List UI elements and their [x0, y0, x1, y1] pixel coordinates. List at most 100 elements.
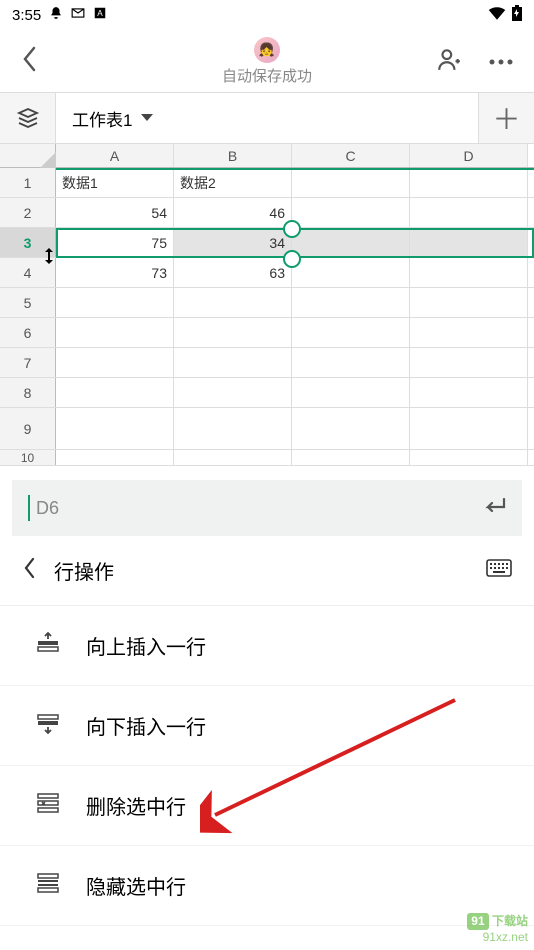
cell[interactable]: 73 [56, 258, 174, 287]
menu-label: 删除选中行 [86, 791, 186, 820]
cell-reference: D6 [36, 498, 59, 519]
cell[interactable] [410, 258, 528, 287]
sheet-tab[interactable]: 工作表1 [56, 93, 478, 143]
row-10: 10 [0, 450, 534, 466]
menu-insert-row-below[interactable]: 向下插入一行 [0, 686, 534, 766]
cell[interactable] [174, 450, 292, 465]
save-status: 自动保存成功 [222, 65, 312, 86]
sheet-name: 工作表1 [72, 106, 132, 131]
cell[interactable] [292, 168, 410, 197]
cell[interactable] [410, 450, 528, 465]
add-user-button[interactable] [436, 46, 462, 77]
row-header[interactable]: 9 [0, 408, 56, 449]
cell[interactable] [410, 288, 528, 317]
panel-back-button[interactable] [22, 556, 36, 585]
row-1: 1 数据1 数据2 [0, 168, 534, 198]
svg-text:A: A [97, 9, 103, 18]
row-3-selected: 3 75 34 [0, 228, 534, 258]
menu-delete-row[interactable]: 删除选中行 [0, 766, 534, 846]
cell[interactable] [174, 288, 292, 317]
cell[interactable] [292, 318, 410, 347]
row-header[interactable]: 1 [0, 168, 56, 197]
selection-handle-bottom[interactable] [283, 250, 301, 268]
enter-button[interactable] [482, 496, 506, 521]
formula-bar[interactable]: D6 [12, 480, 522, 536]
selection-handle-top[interactable] [283, 220, 301, 238]
row-header[interactable]: 2 [0, 198, 56, 227]
hide-row-icon [36, 871, 64, 901]
more-button[interactable] [488, 52, 514, 70]
cell[interactable] [410, 348, 528, 377]
wifi-icon [488, 6, 506, 24]
layers-button[interactable] [0, 93, 56, 143]
cell[interactable] [56, 318, 174, 347]
row-header[interactable]: 10 [0, 450, 56, 465]
battery-icon [512, 5, 522, 25]
row-2: 2 54 46 [0, 198, 534, 228]
menu-hide-row[interactable]: 隐藏选中行 [0, 846, 534, 926]
dropdown-icon [140, 108, 154, 128]
row-9: 9 [0, 408, 534, 450]
add-button[interactable]: ＋ [478, 93, 534, 143]
row-7: 7 [0, 348, 534, 378]
cell[interactable] [174, 378, 292, 407]
row-header[interactable]: 5 [0, 288, 56, 317]
row-header[interactable]: 6 [0, 318, 56, 347]
cell[interactable] [174, 348, 292, 377]
row-resize-handle[interactable] [40, 247, 58, 271]
row-8: 8 [0, 378, 534, 408]
cell[interactable] [410, 228, 528, 257]
panel-title: 行操作 [54, 556, 114, 585]
row-header[interactable]: 8 [0, 378, 56, 407]
top-border [56, 168, 534, 170]
cell[interactable]: 数据1 [56, 168, 174, 197]
cell[interactable] [56, 378, 174, 407]
cell[interactable]: 数据2 [174, 168, 292, 197]
cell[interactable] [56, 348, 174, 377]
delete-row-icon [36, 791, 64, 821]
col-header-d[interactable]: D [410, 144, 528, 167]
keyboard-button[interactable] [486, 559, 512, 582]
cell[interactable] [292, 258, 410, 287]
cell[interactable] [174, 318, 292, 347]
insert-below-icon [36, 711, 64, 741]
cell[interactable] [410, 168, 528, 197]
sheet-toolbar: 工作表1 ＋ [0, 92, 534, 144]
row-5: 5 [0, 288, 534, 318]
cell[interactable] [56, 450, 174, 465]
cell[interactable] [292, 348, 410, 377]
cell[interactable]: 34 [174, 228, 292, 257]
cursor [28, 495, 30, 521]
cell[interactable] [410, 378, 528, 407]
cell[interactable] [56, 408, 174, 449]
cell[interactable] [292, 378, 410, 407]
col-header-a[interactable]: A [56, 144, 174, 167]
cell[interactable]: 54 [56, 198, 174, 227]
cell[interactable] [410, 198, 528, 227]
cell[interactable] [410, 408, 528, 449]
cell[interactable]: 46 [174, 198, 292, 227]
cell[interactable]: 63 [174, 258, 292, 287]
cell[interactable] [292, 450, 410, 465]
back-button[interactable] [20, 44, 38, 79]
notif-mail-icon [71, 6, 85, 24]
row-header[interactable]: 7 [0, 348, 56, 377]
cell[interactable] [410, 318, 528, 347]
notif-bell-icon [49, 6, 63, 24]
avatar[interactable]: 👧 [254, 37, 280, 63]
cell[interactable] [292, 228, 410, 257]
cell[interactable]: 75 [56, 228, 174, 257]
col-header-b[interactable]: B [174, 144, 292, 167]
menu-label: 向上插入一行 [86, 631, 206, 660]
select-all-corner[interactable] [0, 144, 56, 167]
cell[interactable] [292, 408, 410, 449]
row-6: 6 [0, 318, 534, 348]
cell[interactable] [174, 408, 292, 449]
cell[interactable] [292, 288, 410, 317]
cell[interactable] [292, 198, 410, 227]
menu-insert-row-above[interactable]: 向上插入一行 [0, 606, 534, 686]
col-header-c[interactable]: C [292, 144, 410, 167]
row-4: 4 73 63 [0, 258, 534, 288]
cell[interactable] [56, 288, 174, 317]
spreadsheet-grid[interactable]: A B C D 1 数据1 数据2 2 54 46 3 75 34 4 73 6… [0, 144, 534, 466]
